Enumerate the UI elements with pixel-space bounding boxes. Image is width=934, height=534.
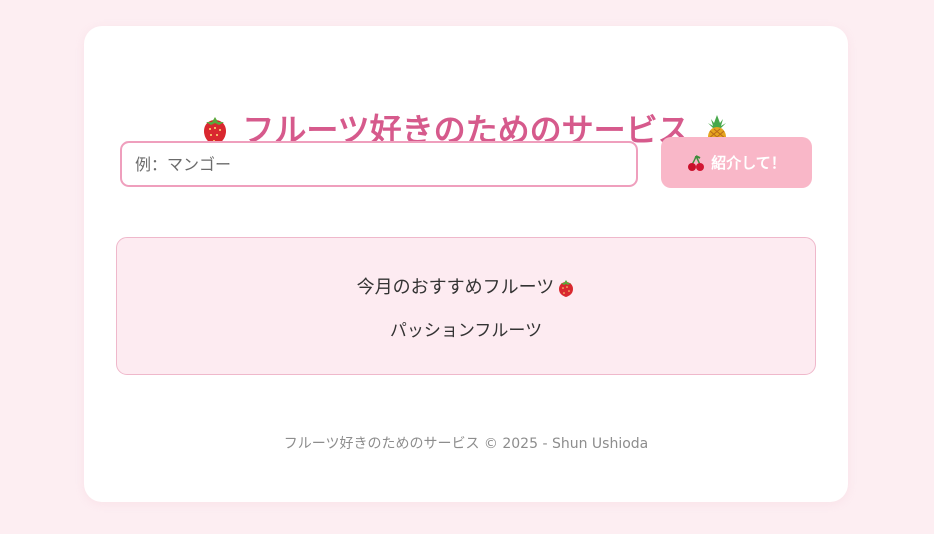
search-input[interactable] <box>120 141 638 187</box>
introduce-button-label: 紹介して！ <box>711 154 786 172</box>
strawberry-icon <box>559 280 574 297</box>
recommendation-panel: 今月のおすすめフルーツ パッションフルーツ <box>116 237 816 375</box>
footer: フルーツ好きのためのサービス © 2025 - Shun Ushioda <box>283 436 649 452</box>
introduce-button[interactable]: 紹介して！ <box>661 137 812 188</box>
cherry-icon <box>688 154 705 171</box>
recommended-fruit: パッションフルーツ <box>389 321 543 341</box>
main-card: フルーツ好きのためのサービス 紹介して！ 今月のおすすめフルーツ <box>84 26 848 502</box>
recommendation-heading-row: 今月のおすすめフルーツ <box>117 274 815 302</box>
recommendation-heading: 今月のおすすめフルーツ <box>356 277 555 298</box>
